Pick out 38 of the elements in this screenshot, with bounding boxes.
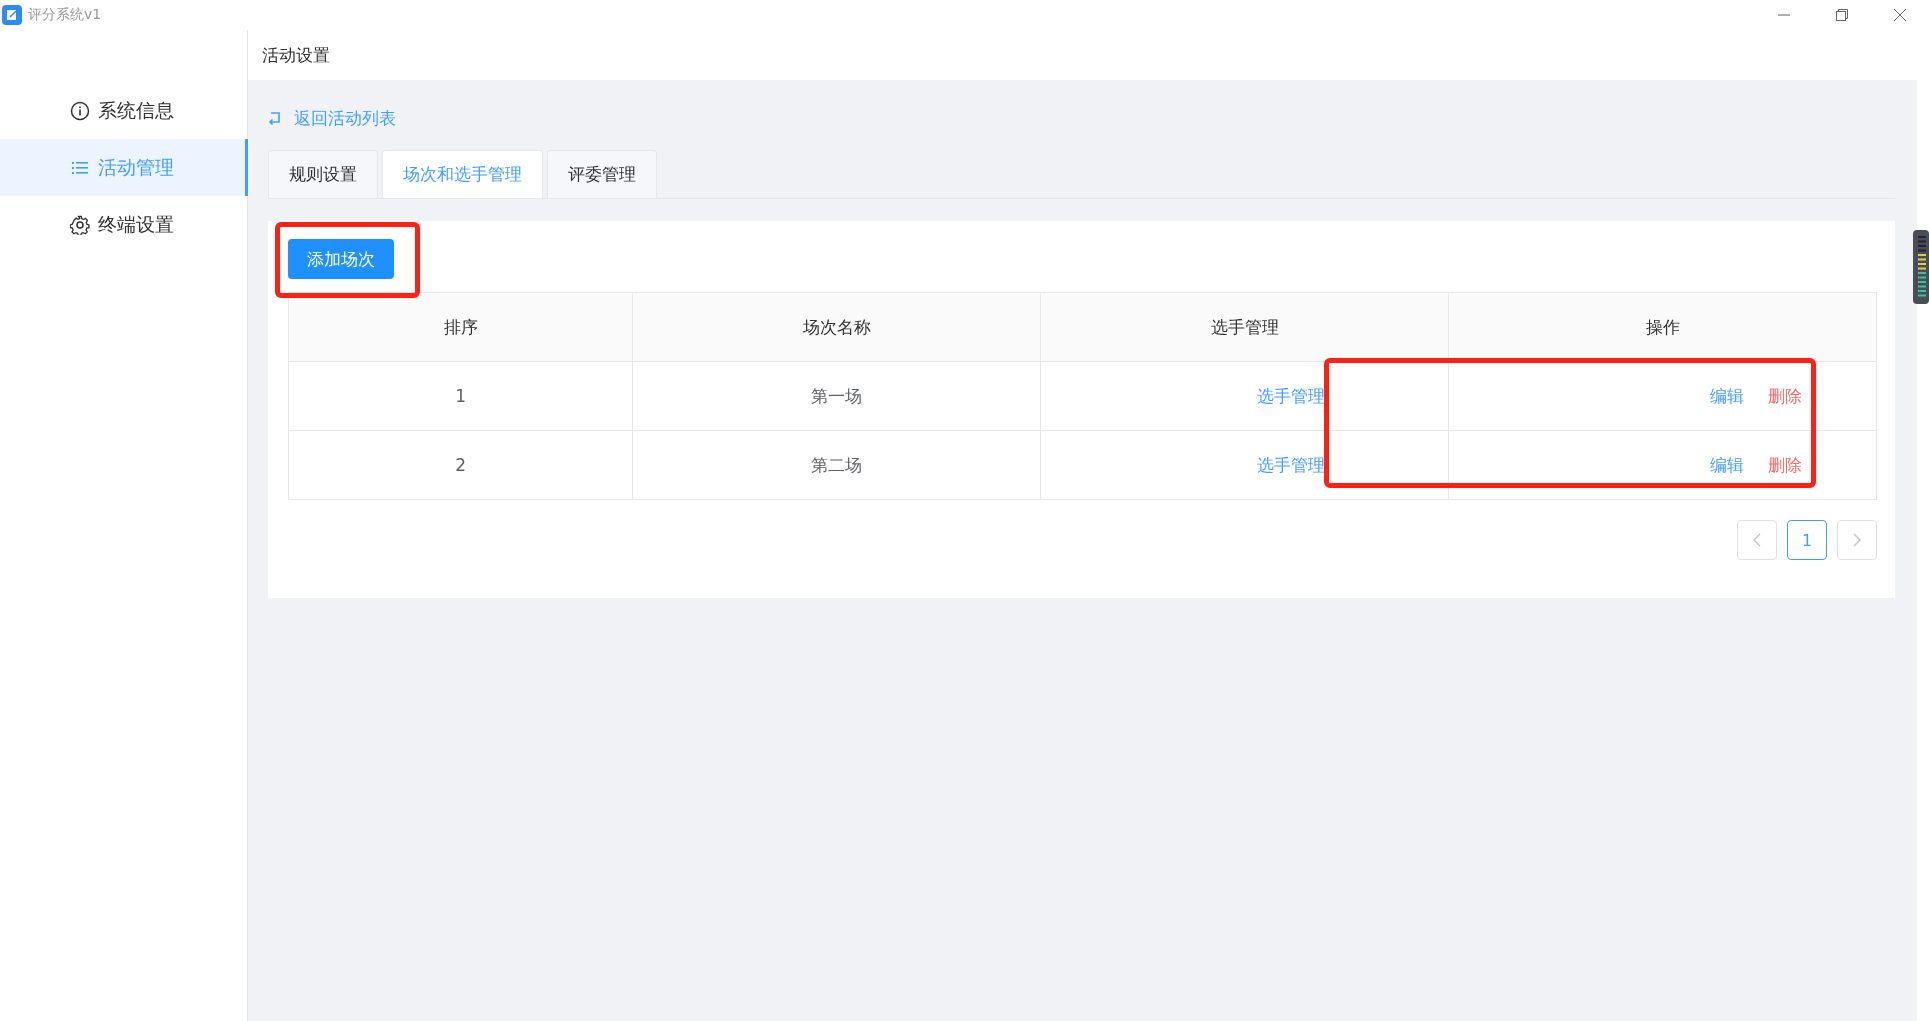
add-button[interactable]: 添加场次 <box>288 239 394 279</box>
table-cell: 第一场 <box>632 361 1041 431</box>
delete-link[interactable]: 删除 <box>1768 454 1802 475</box>
page-button[interactable]: 1 <box>1787 520 1827 560</box>
next-page-button[interactable] <box>1837 520 1877 560</box>
chevron-right-icon <box>1852 533 1862 547</box>
tab[interactable]: 规则设置 <box>268 150 378 198</box>
column-header: 排序 <box>288 292 633 362</box>
sidebar-item[interactable]: 系统信息 <box>0 82 248 139</box>
table-cell: 2 <box>288 430 633 500</box>
column-header: 场次名称 <box>632 292 1041 362</box>
players-link[interactable]: 选手管理 <box>1257 454 1326 475</box>
sidebar-item-label: 活动管理 <box>98 154 174 180</box>
table-cell: 1 <box>288 361 633 431</box>
tab[interactable]: 场次和选手管理 <box>382 150 543 198</box>
delete-link[interactable]: 删除 <box>1768 385 1802 406</box>
level-meter-icon <box>1913 230 1929 304</box>
settings-icon <box>70 214 90 235</box>
restore-icon <box>1835 8 1849 22</box>
back-link-label: 返回活动列表 <box>294 106 396 130</box>
close-icon <box>1893 8 1907 22</box>
table-cell: 第二场 <box>632 430 1041 500</box>
sidebar-item[interactable]: 终端设置 <box>0 196 248 253</box>
tab[interactable]: 评委管理 <box>547 150 657 198</box>
edit-link[interactable]: 编辑 <box>1710 385 1744 406</box>
previous-page-button[interactable] <box>1737 520 1777 560</box>
info-icon <box>70 100 90 121</box>
window-title: 评分系统v1 <box>28 6 102 24</box>
players-link[interactable]: 选手管理 <box>1257 385 1326 406</box>
back-link[interactable]: 返回活动列表 <box>268 102 396 134</box>
sidebar-item-label: 系统信息 <box>98 97 174 123</box>
return-icon <box>268 111 282 125</box>
column-header: 选手管理 <box>1040 292 1449 362</box>
edit-link[interactable]: 编辑 <box>1710 454 1744 475</box>
column-header: 操作 <box>1448 292 1877 362</box>
sidebar-item[interactable]: 活动管理 <box>0 139 248 196</box>
chevron-left-icon <box>1752 533 1762 547</box>
sidebar-item-label: 终端设置 <box>98 211 174 237</box>
